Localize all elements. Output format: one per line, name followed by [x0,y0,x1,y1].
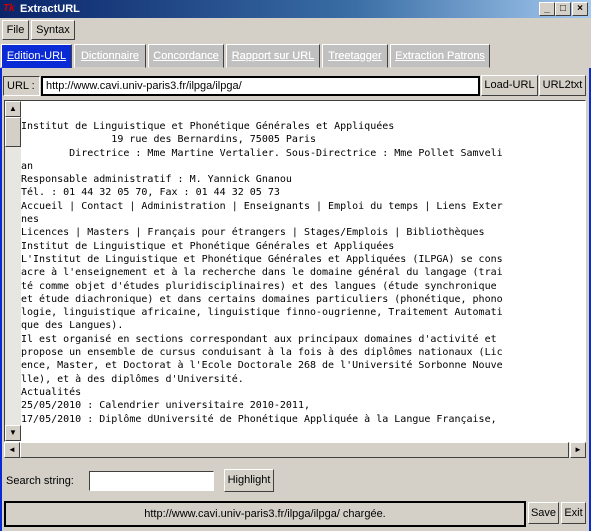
horizontal-scroll-thumb[interactable] [20,442,569,458]
text-line: Tél. : 01 44 32 05 70, Fax : 01 44 32 05… [21,187,280,199]
tk-app-icon: Tk [3,3,15,14]
text-line: acre à l'enseignement et à la recherche … [21,267,503,279]
tab-treetagger[interactable]: Treetagger [322,44,388,68]
highlight-button[interactable]: Highlight [224,469,274,492]
text-line: et étude diachronique) et dans certains … [21,293,503,305]
tab-dictionnaire[interactable]: Dictionnaire [74,44,146,68]
close-icon[interactable]: × [572,2,588,16]
text-line: an [21,160,34,172]
search-label: Search string: [6,475,74,487]
url2txt-button[interactable]: URL2txt [539,75,586,96]
tab-rapport-sur-url[interactable]: Rapport sur URL [226,44,320,68]
text-line: 17/05/2010 : Diplôme dUniversité de Phon… [21,413,497,425]
text-line: ence, Master, et Doctorat à l'Ecole Doct… [21,360,503,372]
text-line: Il est organisé en sections correspondan… [21,333,497,345]
text-line: Responsable administratif : M. Yannick G… [21,174,292,186]
file-menu[interactable]: File [2,20,29,40]
window-title: ExtractURL [20,3,80,15]
scroll-down-icon[interactable]: ▼ [5,425,21,441]
tab-edition-url[interactable]: Edition-URL [1,44,72,68]
vertical-scrollbar[interactable]: ▲ ▼ [5,101,21,441]
syntax-menu[interactable]: Syntax [31,20,75,40]
text-line: que des Langues). [21,320,124,332]
text-line: Directrice : Mme Martine Vertalier. Sous… [21,147,503,159]
exit-button[interactable]: Exit [561,502,586,524]
menu-bar: File Syntax [0,18,591,42]
minimize-icon[interactable]: _ [539,2,555,16]
text-line: Institut de Linguistique et Phonétique G… [21,121,395,132]
text-line: propose un ensemble de cursus conduisant… [21,347,503,359]
text-line: Actualités [21,386,82,398]
scroll-up-icon[interactable]: ▲ [5,101,21,117]
status-bar: http://www.cavi.univ-paris3.fr/ilpga/ilp… [4,501,526,527]
extracted-text-area[interactable]: Institut de Linguistique et Phonétique G… [21,103,584,457]
vertical-scroll-thumb[interactable] [5,117,21,147]
text-line: nes [21,214,40,226]
tab-bar: Edition-URL Dictionnaire Concordance Rap… [0,43,591,69]
search-input[interactable] [89,471,214,491]
tab-concordance[interactable]: Concordance [148,44,224,68]
text-line: 19 rue des Bernardins, 75005 Paris [21,134,317,146]
tab-extraction-patrons[interactable]: Extraction Patrons [390,44,490,68]
text-line: Institut de Linguistique et Phonétique G… [21,240,395,252]
text-line: lle), et à des diplômes d'Université. [21,373,244,385]
load-url-button[interactable]: Load-URL [481,75,538,96]
horizontal-scrollbar[interactable]: ◄ ► [4,442,586,458]
maximize-icon[interactable]: □ [555,2,571,16]
text-line: L'Institut de Linguistique et Phonétique… [21,253,503,265]
scroll-left-icon[interactable]: ◄ [4,442,20,458]
text-line: 25/05/2010 : Calendrier universitaire 20… [21,400,310,412]
url-label: URL : [3,76,40,96]
extracted-text-panel: ▲ ▼ Institut de Linguistique et Phonétiq… [4,100,586,442]
scroll-right-icon[interactable]: ► [570,442,586,458]
url-input[interactable] [41,76,480,96]
text-line: té comme objet d'études pluridisciplinai… [21,280,497,292]
title-bar: Tk ExtractURL _ □ × [0,0,591,18]
save-button[interactable]: Save [528,502,559,524]
text-line: Licences | Masters | Français pour étran… [21,227,485,239]
text-line: Accueil | Contact | Administration | Ens… [21,200,503,212]
text-line: logie, linguistique africaine, linguisti… [21,307,503,319]
